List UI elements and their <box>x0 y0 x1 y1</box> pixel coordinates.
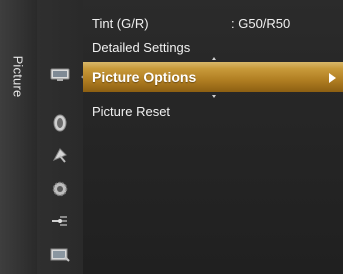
submenu-arrow-icon <box>329 73 336 83</box>
category-label-text: Picture <box>10 55 26 97</box>
category-label: Picture <box>3 50 33 102</box>
menu-list: Tint (G/R) : G50/R50 Detailed Settings P… <box>83 0 343 274</box>
picture-reset-label: Picture Reset <box>92 104 171 119</box>
tint-value: : G50/R50 <box>231 16 291 31</box>
category-rail: Picture <box>0 0 38 274</box>
menu-icon-column <box>37 0 86 274</box>
setup-icon[interactable] <box>46 177 74 201</box>
menu-item-picture-options[interactable]: Picture Options <box>83 62 343 92</box>
application-icon[interactable] <box>46 243 74 267</box>
picture-options-label: Picture Options <box>92 69 197 85</box>
tv-menu-screen: Picture Tint (G/R): G50/R50 Detailed Se… <box>0 0 343 274</box>
input-icon[interactable] <box>46 209 74 233</box>
scroll-down-indicator <box>212 95 216 98</box>
detailed-settings-label: Detailed Settings <box>92 40 191 55</box>
tint-label: Tint (G/R) <box>92 16 149 31</box>
scroll-up-indicator <box>212 57 216 60</box>
picture-icon[interactable] <box>46 63 74 87</box>
sound-icon[interactable] <box>46 111 74 135</box>
channel-icon[interactable] <box>46 143 74 167</box>
